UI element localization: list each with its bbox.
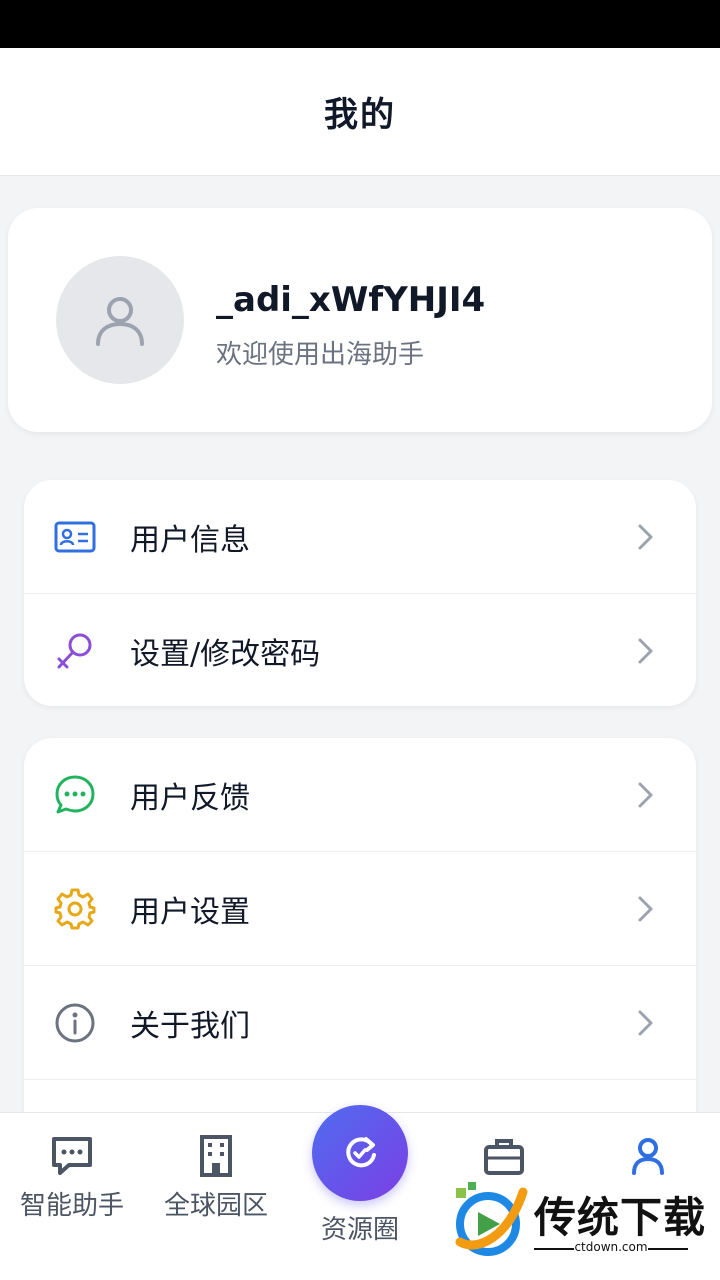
chevron-right-icon	[638, 524, 653, 550]
menu-group-account: 用户信息 设置/修改密码	[24, 480, 696, 706]
tab-assistant[interactable]: 智能助手	[0, 1113, 144, 1280]
chat-bubble-icon	[52, 1137, 92, 1175]
status-bar	[0, 0, 720, 48]
watermark-title: 传统下载	[534, 1193, 707, 1242]
menu-item-change-password[interactable]: 设置/修改密码	[24, 594, 696, 706]
menu-item-about-us[interactable]: 关于我们	[24, 966, 696, 1080]
watermark-url: ctdown.com	[574, 1240, 648, 1254]
page-header: 我的	[0, 48, 720, 176]
chevron-right-icon	[638, 782, 653, 808]
avatar[interactable]	[56, 256, 184, 384]
user-placeholder-icon	[96, 297, 144, 346]
menu-item-label: 用户设置	[130, 894, 250, 930]
username: _adi_xWfYHJI4	[216, 280, 486, 320]
profile-card[interactable]: _adi_xWfYHJI4 欢迎使用出海助手	[8, 208, 712, 432]
menu-item-user-info[interactable]: 用户信息	[24, 480, 696, 594]
page-title: 我的	[324, 95, 396, 135]
gear-icon	[52, 886, 98, 932]
chat-dots-icon	[52, 772, 98, 818]
tab-global-park[interactable]: 全球园区	[144, 1113, 288, 1280]
user-icon	[632, 1138, 664, 1175]
tab-label: 全球园区	[163, 1191, 268, 1221]
tab-label: 资源圈	[320, 1215, 399, 1245]
watermark-logo: 传统下载 ctdown.com	[448, 1180, 720, 1280]
welcome-text: 欢迎使用出海助手	[216, 340, 425, 370]
menu-item-user-settings[interactable]: 用户设置	[24, 852, 696, 966]
watermark-line-right	[648, 1248, 688, 1250]
menu-group-general: 用户反馈 用户设置 关于我们	[24, 738, 696, 1138]
chevron-right-icon	[638, 896, 653, 922]
chevron-right-icon	[638, 1010, 653, 1036]
watermark-icon	[455, 1182, 528, 1256]
menu-item-label: 用户反馈	[130, 780, 250, 816]
resource-circle-button[interactable]	[312, 1105, 408, 1201]
menu-item-label: 用户信息	[130, 522, 250, 558]
key-icon	[52, 628, 98, 674]
menu-item-label: 设置/修改密码	[130, 637, 321, 672]
info-icon	[52, 1000, 98, 1046]
refresh-icon	[346, 1137, 376, 1168]
menu-item-feedback[interactable]: 用户反馈	[24, 738, 696, 852]
chevron-right-icon	[638, 638, 653, 664]
id-card-icon	[52, 514, 98, 560]
tab-label: 智能助手	[19, 1191, 124, 1221]
building-icon	[200, 1135, 232, 1177]
briefcase-icon	[484, 1139, 524, 1175]
menu-item-label: 关于我们	[130, 1008, 250, 1044]
